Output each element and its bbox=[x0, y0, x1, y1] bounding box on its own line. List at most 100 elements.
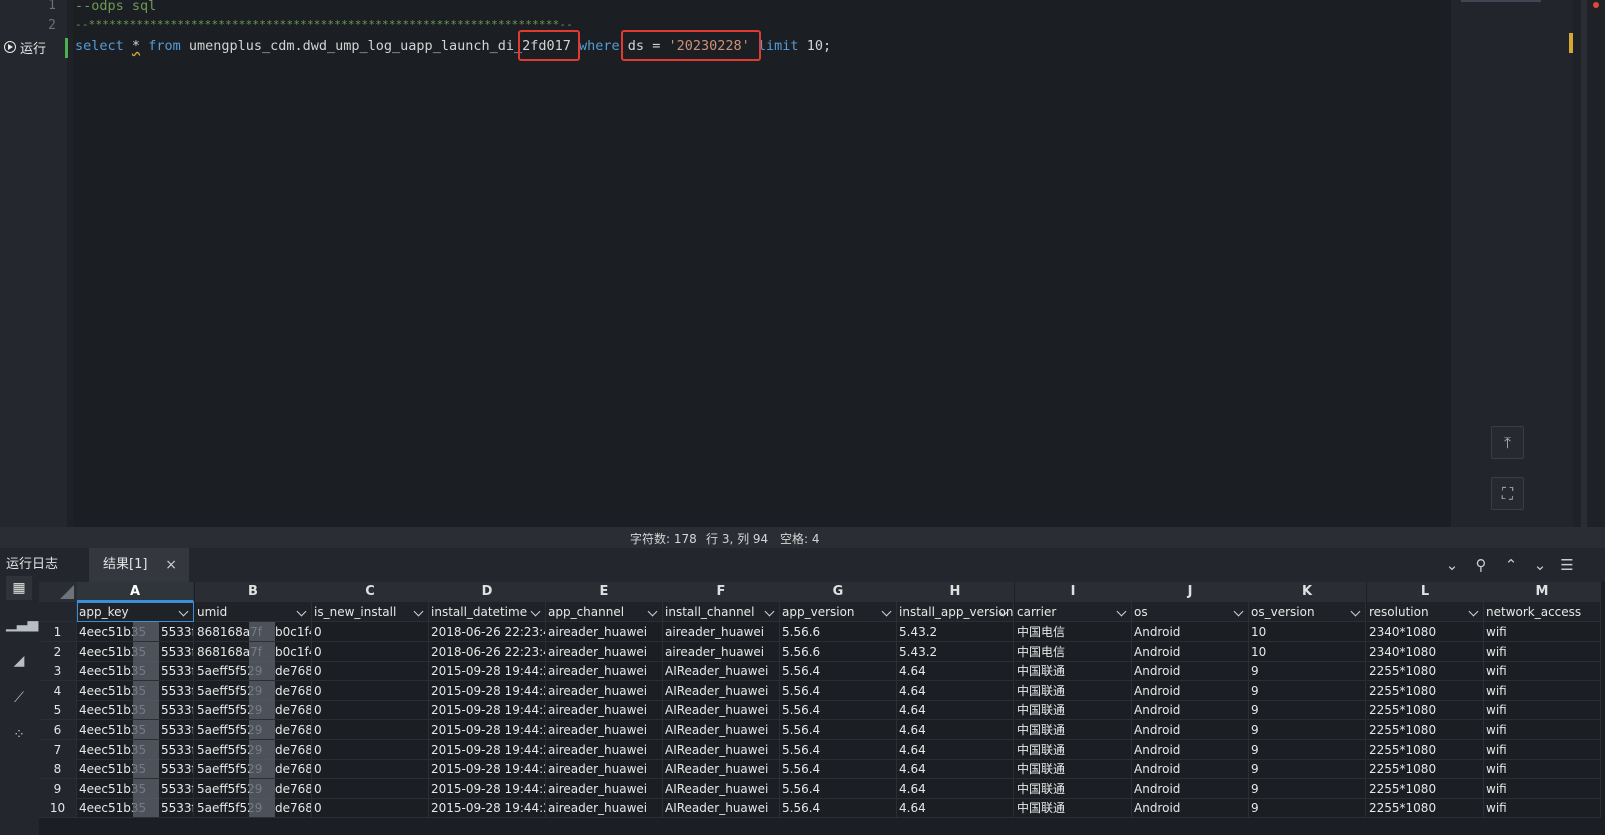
cell-app-version[interactable]: 5.56.4 bbox=[780, 720, 897, 740]
cell-os-version[interactable]: 9 bbox=[1249, 759, 1366, 779]
column-letter-e[interactable]: E bbox=[546, 582, 663, 602]
tab-result-1[interactable]: 结果[1] × bbox=[89, 548, 189, 582]
cell-app-channel[interactable]: aireader_huawei bbox=[546, 622, 663, 642]
cell-resolution[interactable]: 2255*1080 bbox=[1367, 798, 1484, 818]
cell-app-channel[interactable]: aireader_huawei bbox=[546, 700, 663, 720]
column-letter-a[interactable]: A bbox=[77, 582, 194, 602]
cell-umid[interactable]: 5aeff5f529de768f bbox=[195, 740, 312, 760]
column-letter-h[interactable]: H bbox=[897, 582, 1014, 602]
field-header-app-version[interactable]: app_version bbox=[780, 602, 897, 622]
row-number[interactable]: 7 bbox=[39, 740, 77, 760]
field-header-app-channel[interactable]: app_channel bbox=[546, 602, 663, 622]
cell-install-channel[interactable]: AIReader_huawei bbox=[663, 681, 780, 701]
cell-os[interactable]: Android bbox=[1132, 622, 1249, 642]
cell-app-version[interactable]: 5.56.4 bbox=[780, 798, 897, 818]
chevron-down-icon[interactable] bbox=[1234, 607, 1244, 617]
field-header-carrier[interactable]: carrier bbox=[1015, 602, 1132, 622]
cell-app-channel[interactable]: aireader_huawei bbox=[546, 681, 663, 701]
cell-carrier[interactable]: 中国联通 bbox=[1015, 759, 1132, 779]
cell-umid[interactable]: 5aeff5f529de768f bbox=[195, 700, 312, 720]
cell-carrier[interactable]: 中国电信 bbox=[1015, 622, 1132, 642]
cell-resolution[interactable]: 2255*1080 bbox=[1367, 700, 1484, 720]
chevron-down-icon[interactable] bbox=[1351, 607, 1361, 617]
cell-app-key[interactable]: 4eec51b355533f0 bbox=[77, 681, 194, 701]
field-header-install-app-version[interactable]: install_app_version bbox=[897, 602, 1014, 622]
column-letter-f[interactable]: F bbox=[663, 582, 780, 602]
cell-is-new-install[interactable]: 0 bbox=[312, 681, 429, 701]
cell-network-access[interactable]: wifi bbox=[1484, 622, 1601, 642]
cell-os-version[interactable]: 9 bbox=[1249, 779, 1366, 799]
cell-install-channel[interactable]: AIReader_huawei bbox=[663, 740, 780, 760]
row-number[interactable]: 9 bbox=[39, 779, 77, 799]
cell-os-version[interactable]: 9 bbox=[1249, 720, 1366, 740]
field-header-network-access[interactable]: network_access bbox=[1484, 602, 1601, 622]
scatter-chart-icon[interactable]: ⁘ bbox=[6, 723, 32, 747]
sql-editor[interactable]: 1 2 运行 --odps sql --********************… bbox=[0, 0, 1605, 527]
cell-resolution[interactable]: 2255*1080 bbox=[1367, 681, 1484, 701]
cell-is-new-install[interactable]: 0 bbox=[312, 700, 429, 720]
chevron-down-icon[interactable] bbox=[414, 607, 424, 617]
column-letter-c[interactable]: C bbox=[312, 582, 429, 602]
chevron-down-icon[interactable] bbox=[1469, 607, 1479, 617]
cell-install-app-version[interactable]: 4.64 bbox=[897, 779, 1014, 799]
row-number[interactable]: 3 bbox=[39, 661, 77, 681]
cell-app-channel[interactable]: aireader_huawei bbox=[546, 798, 663, 818]
cell-app-version[interactable]: 5.56.6 bbox=[780, 622, 897, 642]
cell-os[interactable]: Android bbox=[1132, 798, 1249, 818]
cell-app-key[interactable]: 4eec51b355533f0 bbox=[77, 759, 194, 779]
column-letter-m[interactable]: M bbox=[1484, 582, 1601, 602]
column-letter-l[interactable]: L bbox=[1367, 582, 1484, 602]
cell-install-datetime[interactable]: 2015-09-28 19:44:28 bbox=[429, 720, 546, 740]
cell-install-datetime[interactable]: 2015-09-28 19:44:28 bbox=[429, 759, 546, 779]
cell-carrier[interactable]: 中国联通 bbox=[1015, 700, 1132, 720]
fullscreen-button[interactable]: ⛶ bbox=[1491, 477, 1524, 510]
cell-umid[interactable]: 5aeff5f529de768f bbox=[195, 779, 312, 799]
cell-install-app-version[interactable]: 4.64 bbox=[897, 740, 1014, 760]
row-number[interactable]: 8 bbox=[39, 759, 77, 779]
cell-app-key[interactable]: 4eec51b355533f0 bbox=[77, 622, 194, 642]
chevron-circle-icon[interactable]: ⌄ bbox=[1443, 556, 1461, 574]
code-line-1[interactable]: --odps sql bbox=[75, 0, 156, 14]
cell-app-version[interactable]: 5.56.6 bbox=[780, 642, 897, 662]
cell-network-access[interactable]: wifi bbox=[1484, 700, 1601, 720]
code-line-2[interactable]: --**************************************… bbox=[75, 18, 573, 31]
row-number[interactable]: 10 bbox=[39, 798, 77, 818]
cell-network-access[interactable]: wifi bbox=[1484, 720, 1601, 740]
cell-network-access[interactable]: wifi bbox=[1484, 661, 1601, 681]
close-icon[interactable]: × bbox=[165, 548, 177, 582]
column-letter-d[interactable]: D bbox=[429, 582, 546, 602]
cell-os-version[interactable]: 10 bbox=[1249, 642, 1366, 662]
result-grid[interactable]: A B C D E F G H I J K L Mapp_key umid is_new_install in… bbox=[39, 582, 1605, 835]
cell-umid[interactable]: 5aeff5f529de768f bbox=[195, 720, 312, 740]
cell-app-key[interactable]: 4eec51b355533f0 bbox=[77, 779, 194, 799]
cell-app-version[interactable]: 5.56.4 bbox=[780, 759, 897, 779]
cell-install-app-version[interactable]: 4.64 bbox=[897, 661, 1014, 681]
cell-is-new-install[interactable]: 0 bbox=[312, 740, 429, 760]
cell-install-channel[interactable]: AIReader_huawei bbox=[663, 779, 780, 799]
row-number[interactable]: 4 bbox=[39, 681, 77, 701]
cell-app-key[interactable]: 4eec51b355533f0 bbox=[77, 642, 194, 662]
cell-os-version[interactable]: 10 bbox=[1249, 622, 1366, 642]
vertical-scrollbar[interactable] bbox=[1573, 0, 1605, 527]
cell-carrier[interactable]: 中国联通 bbox=[1015, 681, 1132, 701]
pin-icon[interactable]: ⚲ bbox=[1472, 556, 1490, 574]
cell-is-new-install[interactable]: 0 bbox=[312, 759, 429, 779]
cell-install-datetime[interactable]: 2015-09-28 19:44:28 bbox=[429, 700, 546, 720]
field-header-os[interactable]: os bbox=[1132, 602, 1249, 622]
cell-app-channel[interactable]: aireader_huawei bbox=[546, 759, 663, 779]
cell-umid[interactable]: 5aeff5f529de768f bbox=[195, 798, 312, 818]
cell-resolution[interactable]: 2255*1080 bbox=[1367, 779, 1484, 799]
cell-install-channel[interactable]: AIReader_huawei bbox=[663, 759, 780, 779]
cell-install-channel[interactable]: AIReader_huawei bbox=[663, 661, 780, 681]
cell-resolution[interactable]: 2340*1080 bbox=[1367, 642, 1484, 662]
scrollbar-thumb[interactable] bbox=[1581, 0, 1587, 527]
cell-app-channel[interactable]: aireader_huawei bbox=[546, 661, 663, 681]
field-header-install-datetime[interactable]: install_datetime bbox=[429, 602, 546, 622]
cell-app-version[interactable]: 5.56.4 bbox=[780, 661, 897, 681]
cell-app-version[interactable]: 5.56.4 bbox=[780, 700, 897, 720]
cell-os[interactable]: Android bbox=[1132, 779, 1249, 799]
column-letter-j[interactable]: J bbox=[1132, 582, 1249, 602]
cell-umid[interactable]: 868168a7fb0c1f4 bbox=[195, 642, 312, 662]
cell-network-access[interactable]: wifi bbox=[1484, 759, 1601, 779]
cell-install-app-version[interactable]: 5.43.2 bbox=[897, 622, 1014, 642]
